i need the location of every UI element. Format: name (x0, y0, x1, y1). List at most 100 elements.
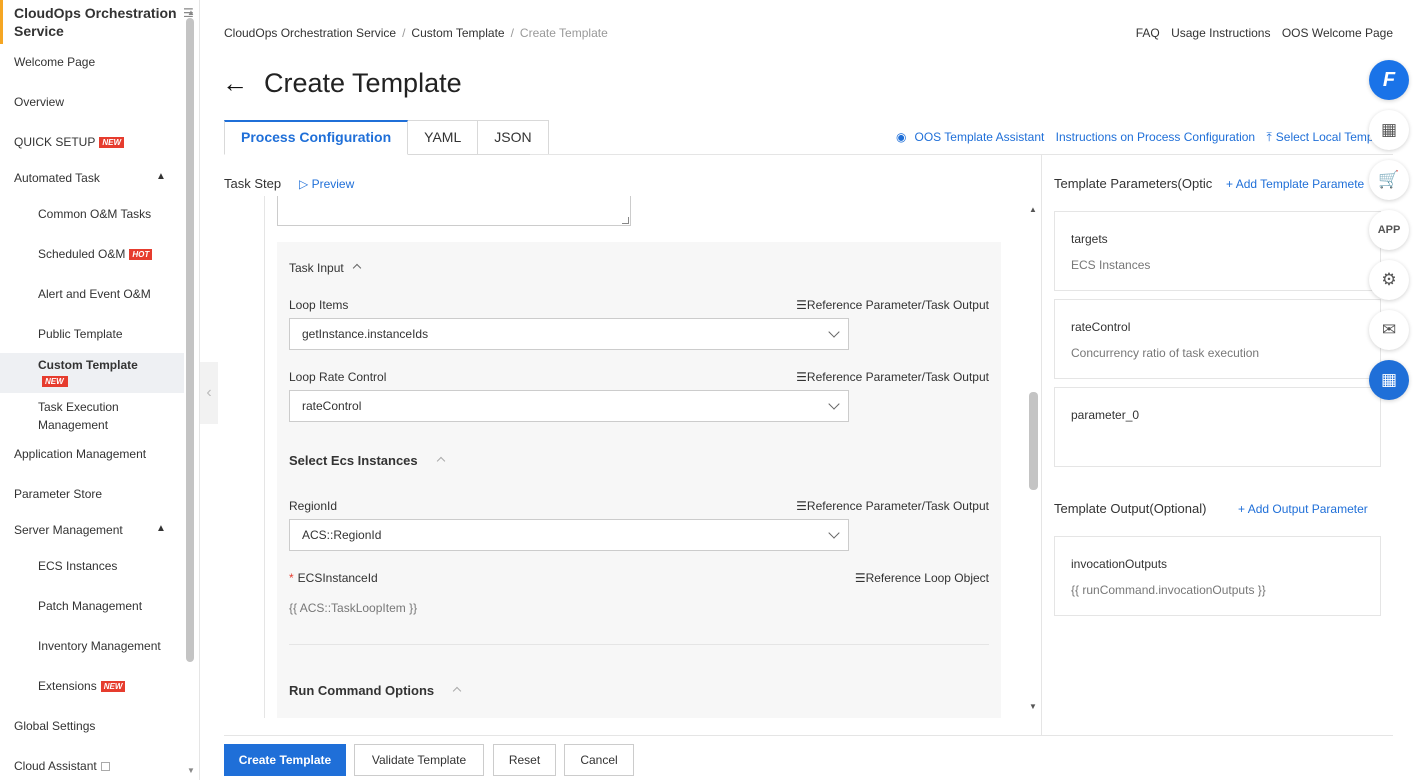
faq-link[interactable]: FAQ (1136, 26, 1160, 40)
validate-template-button[interactable]: Validate Template (354, 744, 484, 776)
back-arrow-icon[interactable]: ← (222, 68, 248, 98)
breadcrumb-item[interactable]: Custom Template (411, 26, 504, 40)
breadcrumb-item[interactable]: CloudOps Orchestration Service (224, 26, 396, 40)
sidebar-item-application-management[interactable]: Application Management (14, 447, 146, 461)
select-value: ACS::RegionId (302, 528, 382, 542)
instructions-link[interactable]: Instructions on Process Configuration (1056, 130, 1255, 144)
new-badge: NEW (42, 376, 68, 387)
add-template-parameter-link[interactable]: + Add Template Paramete (1226, 177, 1364, 191)
oos-template-assistant-link[interactable]: OOS Template Assistant (914, 130, 1044, 144)
sidebar-item-label: Extensions (38, 679, 97, 693)
create-template-button[interactable]: Create Template (224, 744, 346, 776)
cart-icon[interactable]: 🛒 (1369, 160, 1409, 200)
reset-button[interactable]: Reset (493, 744, 556, 776)
chevron-down-icon (828, 326, 840, 338)
output-desc: {{ runCommand.invocationOutputs }} (1071, 583, 1266, 597)
tab-json[interactable]: JSON (478, 120, 549, 155)
scroll-down-icon[interactable]: ▼ (1029, 702, 1037, 711)
sidebar-item-server-management[interactable]: Server Management (14, 523, 123, 537)
parameter-card[interactable]: targets ECS Instances (1054, 211, 1381, 291)
parameter-desc: ECS Instances (1071, 258, 1151, 272)
sidebar-item-global-settings[interactable]: Global Settings (14, 719, 95, 733)
chevron-up-icon[interactable]: ▲ (156, 523, 166, 534)
sidebar-item-inventory-management[interactable]: Inventory Management (38, 639, 161, 653)
new-badge: NEW (99, 137, 125, 149)
apps-icon[interactable]: ▦ (1369, 360, 1409, 400)
sidebar-item-common-om[interactable]: Common O&M Tasks (38, 207, 151, 221)
task-step-label: Task Step (224, 176, 282, 191)
parameter-card[interactable]: rateControl Concurrency ratio of task ex… (1054, 299, 1381, 379)
run-command-header[interactable]: Run Command Options (289, 683, 462, 698)
logo-icon[interactable]: F (1369, 60, 1409, 100)
sidebar-item-parameter-store[interactable]: Parameter Store (14, 487, 102, 501)
gear-icon[interactable]: ⚙ (1369, 260, 1409, 300)
resize-grip-icon[interactable] (622, 217, 629, 224)
oos-welcome-link[interactable]: OOS Welcome Page (1282, 26, 1393, 40)
hot-badge: HOT (129, 249, 153, 261)
chevron-down-icon (828, 398, 840, 410)
sidebar-item-overview[interactable]: Overview (14, 95, 64, 109)
task-input-panel (277, 242, 1001, 718)
select-value: rateControl (302, 399, 362, 413)
chevron-up-icon (452, 686, 462, 696)
reference-parameter-link[interactable]: ☰Reference Parameter/Task Output (796, 499, 989, 513)
preview-link[interactable]: ▷ Preview (299, 177, 354, 191)
footer-divider (224, 735, 1393, 736)
region-id-label: RegionId (289, 499, 338, 513)
sidebar-item-patch-management[interactable]: Patch Management (38, 599, 142, 613)
reference-parameter-link[interactable]: ☰Reference Parameter/Task Output (796, 370, 989, 384)
sidebar-item-automated-task[interactable]: Automated Task (14, 171, 100, 185)
sidebar-item-scheduled-om[interactable]: Scheduled O&M HOT (38, 247, 153, 261)
tab-process-configuration[interactable]: Process Configuration (224, 120, 409, 155)
sidebar-item-ecs-instances[interactable]: ECS Instances (38, 559, 117, 573)
add-label: Add Template Paramete (1235, 177, 1365, 191)
sidebar-item-task-execution[interactable]: Task Execution Management (38, 398, 158, 434)
sidebar-item-cloud-assistant[interactable]: Cloud Assistant (14, 759, 110, 773)
select-ecs-header[interactable]: Select Ecs Instances (289, 453, 445, 468)
add-output-parameter-link[interactable]: + Add Output Parameter (1238, 502, 1368, 516)
add-label: Add Output Parameter (1247, 502, 1368, 516)
app-icon[interactable]: APP (1369, 210, 1409, 250)
parameter-card[interactable]: parameter_0 (1054, 387, 1381, 467)
reference-parameter-link[interactable]: ☰Reference Parameter/Task Output (796, 298, 989, 312)
template-output-title: Template Output(Optional) (1054, 501, 1207, 516)
description-textarea[interactable] (277, 196, 631, 226)
cancel-button[interactable]: Cancel (564, 744, 634, 776)
chat-icon[interactable]: ✉ (1369, 310, 1409, 350)
region-id-select[interactable]: ACS::RegionId (289, 519, 849, 551)
chevron-up-icon[interactable]: ▲ (156, 171, 166, 182)
external-link-icon (100, 762, 110, 772)
output-card[interactable]: invocationOutputs {{ runCommand.invocati… (1054, 536, 1381, 616)
select-local-template-link[interactable]: Select Local Temp (1276, 130, 1374, 144)
scroll-up-icon[interactable]: ▲ (1029, 205, 1037, 214)
loop-rate-select[interactable]: rateControl (289, 390, 849, 422)
breadcrumb: CloudOps Orchestration Service / Custom Te… (224, 26, 608, 40)
sidebar-title: CloudOps Orchestration Service (14, 5, 177, 39)
loop-items-select[interactable]: getInstance.instanceIds (289, 318, 849, 350)
task-input-header[interactable]: Task Input (289, 261, 361, 275)
sidebar-item-custom-template[interactable]: Custom Template NEW (38, 358, 138, 387)
section-label: Run Command Options (289, 683, 435, 698)
chevron-up-icon (436, 456, 445, 466)
qr-code-icon[interactable]: ▦ (1369, 110, 1409, 150)
reference-loop-link[interactable]: ☰Reference Loop Object (855, 571, 989, 585)
play-icon: ▷ (299, 177, 309, 191)
section-divider (289, 644, 989, 645)
field-label: ECSInstanceId (297, 571, 378, 585)
scroll-down-icon[interactable]: ▼ (187, 766, 195, 775)
scroll-up-icon[interactable]: ▲ (187, 8, 195, 17)
sidebar-item-extensions[interactable]: Extensions NEW (38, 679, 126, 693)
sidebar-item-quick-setup[interactable]: QUICK SETUP NEW (14, 135, 125, 149)
collapse-sidebar-button[interactable]: ‹ (200, 362, 218, 424)
reference-label: Reference Parameter/Task Output (806, 298, 989, 312)
content-scrollbar[interactable] (1029, 392, 1038, 490)
sidebar-item-public-template[interactable]: Public Template (38, 327, 123, 341)
sidebar-item-welcome[interactable]: Welcome Page (14, 55, 95, 69)
tab-yaml[interactable]: YAML (408, 120, 479, 155)
loop-items-label: Loop Items (289, 298, 349, 312)
sidebar-item-alert-om[interactable]: Alert and Event O&M (38, 287, 151, 301)
usage-instructions-link[interactable]: Usage Instructions (1171, 26, 1270, 40)
sidebar-scrollbar[interactable] (186, 18, 194, 662)
task-input-label: Task Input (289, 261, 344, 275)
section-label: Select Ecs Instances (289, 453, 418, 468)
